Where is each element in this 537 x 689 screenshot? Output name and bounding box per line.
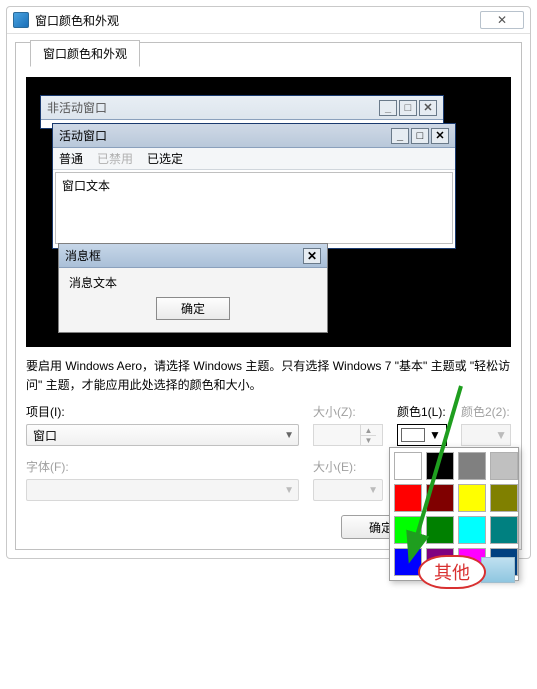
color2-label: 颜色2(2): — [461, 403, 511, 420]
preview-window-text: 窗口文本 — [55, 172, 453, 244]
inactive-window-title: 非活动窗口 — [47, 99, 107, 116]
msgbox-ok-button: 确定 — [156, 297, 230, 320]
chevron-down-icon: ▼ — [284, 485, 294, 496]
app-icon — [13, 12, 29, 28]
maximize-icon: □ — [399, 100, 417, 116]
preview-area: 非活动窗口 _ □ ✕ 活动窗口 _ □ ✕ — [26, 77, 511, 347]
chevron-down-icon: ▼ — [284, 430, 294, 441]
menu-item-selected: 已选定 — [147, 150, 183, 167]
dialog-titlebar: 窗口颜色和外观 ✕ — [7, 7, 530, 34]
item-label: 项目(I): — [26, 403, 299, 420]
color1-swatch — [401, 428, 425, 442]
spin-down-icon: ▼ — [361, 436, 376, 446]
size-label: 大小(Z): — [313, 403, 383, 420]
annotation-label: 其他 — [418, 555, 486, 589]
close-icon: ✕ — [431, 128, 449, 144]
menu-item-normal: 普通 — [59, 150, 83, 167]
msgbox-title: 消息框 — [65, 247, 101, 264]
preview-message-box: 消息框 ✕ 消息文本 确定 — [58, 243, 328, 333]
preview-active-window: 活动窗口 _ □ ✕ 普通 已禁用 已选定 窗口文本 — [52, 123, 456, 249]
dialog-close-button[interactable]: ✕ — [480, 11, 524, 29]
color-swatch[interactable] — [426, 484, 454, 512]
color1-label: 颜色1(L): — [397, 403, 447, 420]
content-panel: 窗口颜色和外观 非活动窗口 _ □ ✕ 活动窗口 — [15, 42, 522, 550]
minimize-icon: _ — [379, 100, 397, 116]
window-text-label: 窗口文本 — [62, 179, 110, 193]
close-icon: ✕ — [419, 100, 437, 116]
appearance-dialog: 窗口颜色和外观 ✕ 窗口颜色和外观 非活动窗口 _ □ ✕ — [6, 6, 531, 559]
close-icon: ✕ — [497, 13, 507, 27]
color-swatch[interactable] — [458, 484, 486, 512]
color-swatch[interactable] — [426, 516, 454, 544]
color-swatch[interactable] — [458, 516, 486, 544]
font-size-combo: ▼ — [313, 479, 383, 501]
msgbox-body-text: 消息文本 — [69, 276, 117, 290]
maximize-icon: □ — [411, 128, 429, 144]
color-swatch[interactable] — [490, 484, 518, 512]
dialog-title: 窗口颜色和外观 — [35, 12, 119, 29]
font-label: 字体(F): — [26, 458, 299, 475]
description-text: 要启用 Windows Aero，请选择 Windows 主题。只有选择 Win… — [26, 357, 511, 395]
tab-color-appearance[interactable]: 窗口颜色和外观 — [30, 40, 140, 67]
color-swatch[interactable] — [394, 516, 422, 544]
size-input — [314, 425, 360, 445]
preview-menubar: 普通 已禁用 已选定 — [53, 148, 455, 170]
item-combo[interactable]: 窗口 ▼ — [26, 424, 299, 446]
chevron-down-icon: ▼ — [495, 428, 507, 442]
minimize-icon: _ — [391, 128, 409, 144]
chevron-down-icon: ▼ — [368, 485, 378, 496]
color1-combo[interactable]: ▼ — [397, 424, 447, 446]
color-swatch[interactable] — [394, 452, 422, 480]
color-swatch[interactable] — [458, 452, 486, 480]
annotation-fragment — [481, 557, 515, 583]
color-swatch[interactable] — [490, 452, 518, 480]
color-swatch[interactable] — [490, 516, 518, 544]
close-icon: ✕ — [303, 248, 321, 264]
font-combo: ▼ — [26, 479, 299, 501]
color-swatch[interactable] — [426, 452, 454, 480]
item-combo-value: 窗口 — [33, 427, 57, 444]
color-swatch[interactable] — [394, 484, 422, 512]
spin-up-icon: ▲ — [361, 425, 376, 436]
size-spinner: ▲▼ — [313, 424, 383, 446]
font-size-label: 大小(E): — [313, 458, 383, 475]
color2-combo: ▼ — [461, 424, 511, 446]
menu-item-disabled: 已禁用 — [97, 150, 133, 167]
chevron-down-icon: ▼ — [429, 428, 441, 442]
active-window-title: 活动窗口 — [59, 127, 107, 144]
